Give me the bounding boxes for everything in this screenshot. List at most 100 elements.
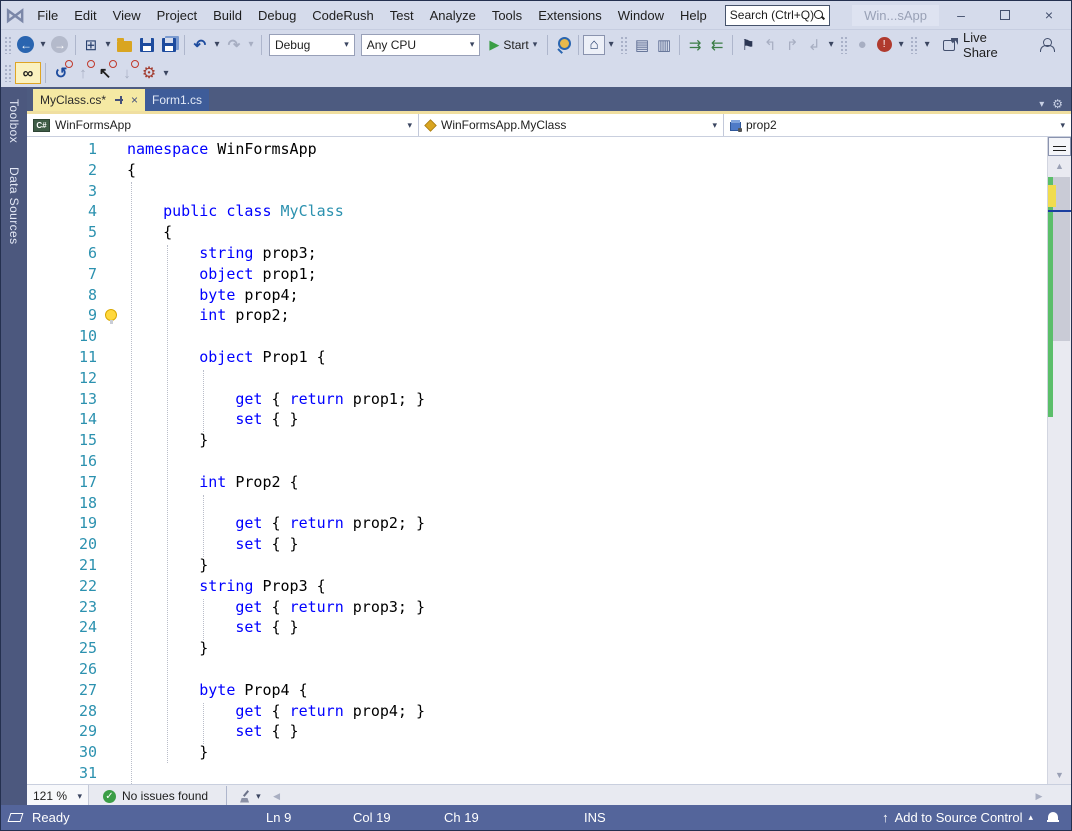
format-document-button[interactable]: ⇇ xyxy=(706,33,728,57)
menu-item-project[interactable]: Project xyxy=(149,1,205,29)
scroll-up-arrow[interactable]: ▲ xyxy=(1048,159,1071,173)
toolbar-grip[interactable] xyxy=(4,35,12,54)
toolbar-grip[interactable] xyxy=(910,35,919,54)
coderush-overflow-dropdown[interactable]: ▾ xyxy=(160,61,172,85)
live-share-button[interactable]: Live Share xyxy=(943,30,1025,60)
toggle-bookmark-button[interactable]: ⚑ xyxy=(737,33,759,57)
code-line-16[interactable]: 16 xyxy=(27,451,1047,472)
code-line-29[interactable]: 29 set { } xyxy=(27,721,1047,742)
undo-button[interactable]: ↶ xyxy=(189,33,211,57)
navigate-forward-button[interactable]: → xyxy=(49,33,71,57)
code-line-19[interactable]: 19 get { return prop2; } xyxy=(27,513,1047,534)
solution-explorer-home-button[interactable]: ⌂ xyxy=(583,34,606,55)
code-line-23[interactable]: 23 get { return prop3; } xyxy=(27,597,1047,618)
code-line-9[interactable]: 9 int prop2; xyxy=(27,305,1047,326)
menu-item-analyze[interactable]: Analyze xyxy=(422,1,484,29)
toolbar-grip[interactable] xyxy=(840,35,849,54)
code-line-30[interactable]: 30 } xyxy=(27,742,1047,763)
navigate-backward-button[interactable]: ← xyxy=(15,33,37,57)
code-line-17[interactable]: 17 int Prop2 { xyxy=(27,472,1047,493)
code-line-20[interactable]: 20 set { } xyxy=(27,534,1047,555)
indent-button[interactable]: ⇉ xyxy=(684,33,706,57)
code-line-21[interactable]: 21 } xyxy=(27,555,1047,576)
toolbar-overflow-dropdown[interactable]: ▾ xyxy=(605,33,617,57)
zoom-level-combo[interactable]: 121 % ▾ xyxy=(27,785,89,807)
code-line-28[interactable]: 28 get { return prop4; } xyxy=(27,701,1047,722)
code-line-4[interactable]: 4 public class MyClass xyxy=(27,201,1047,222)
menu-item-window[interactable]: Window xyxy=(610,1,672,29)
quick-search-input[interactable]: Search (Ctrl+Q) xyxy=(724,4,831,26)
tab-form1-cs[interactable]: Form1.cs xyxy=(145,89,210,111)
code-line-10[interactable]: 10 xyxy=(27,326,1047,347)
code-line-27[interactable]: 27 byte Prop4 { xyxy=(27,680,1047,701)
code-line-18[interactable]: 18 xyxy=(27,493,1047,514)
add-to-source-control-button[interactable]: ↑ Add to Source Control ▴ xyxy=(882,810,1033,825)
coderush-visualize-toggle[interactable]: ∞ xyxy=(15,62,41,84)
next-bookmark-button[interactable]: ↱ xyxy=(781,33,803,57)
menu-item-view[interactable]: View xyxy=(105,1,149,29)
document-health-indicator[interactable]: ✓ No issues found xyxy=(89,789,222,803)
undo-dropdown[interactable]: ▾ xyxy=(211,33,223,57)
bookmark-overflow-dropdown[interactable]: ▾ xyxy=(825,33,837,57)
code-line-11[interactable]: 11 object Prop1 { xyxy=(27,347,1047,368)
drop-marker-button[interactable]: ↖ xyxy=(94,60,117,85)
code-line-15[interactable]: 15 } xyxy=(27,430,1047,451)
scroll-left-arrow[interactable]: ◀ xyxy=(269,785,285,807)
clear-bookmarks-button[interactable]: ↲ xyxy=(803,33,825,57)
breakpoint-button[interactable]: ● xyxy=(851,33,873,57)
project-dropdown[interactable]: C# WinFormsApp ▾ xyxy=(27,114,419,136)
code-line-8[interactable]: 8 byte prop4; xyxy=(27,285,1047,306)
code-line-13[interactable]: 13 get { return prop1; } xyxy=(27,389,1047,410)
code-line-5[interactable]: 5 { xyxy=(27,222,1047,243)
code-line-22[interactable]: 22 string Prop3 { xyxy=(27,576,1047,597)
outline-document-button[interactable]: ▤ xyxy=(631,33,653,57)
coderush-options-button[interactable]: ⚙ xyxy=(138,61,160,85)
code-line-1[interactable]: 1 namespace WinFormsApp xyxy=(27,139,1047,160)
code-line-12[interactable]: 12 xyxy=(27,368,1047,389)
toolbar-grip[interactable] xyxy=(4,64,12,82)
scroll-right-arrow[interactable]: ▶ xyxy=(1031,785,1047,807)
code-line-6[interactable]: 6 string prop3; xyxy=(27,243,1047,264)
notifications-bell-icon[interactable] xyxy=(1047,812,1059,823)
menu-item-file[interactable]: File xyxy=(29,1,66,29)
redo-dropdown[interactable]: ▾ xyxy=(245,33,257,57)
menu-item-tools[interactable]: Tools xyxy=(484,1,530,29)
code-line-26[interactable]: 26 xyxy=(27,659,1047,680)
code-line-3[interactable]: 3 xyxy=(27,181,1047,202)
code-pane[interactable]: 1 namespace WinFormsApp 2{3 4 public class … xyxy=(27,139,1047,784)
menu-item-build[interactable]: Build xyxy=(205,1,250,29)
save-all-button[interactable] xyxy=(158,33,180,57)
copy-structure-button[interactable]: ▥ xyxy=(653,33,675,57)
code-cleanup-button[interactable]: ▾ xyxy=(231,790,269,803)
toolbar-overflow-dropdown[interactable]: ▾ xyxy=(921,33,933,57)
member-dropdown[interactable]: prop2 ▾ xyxy=(724,114,1071,136)
open-file-button[interactable] xyxy=(114,33,136,57)
previous-bookmark-button[interactable]: ↰ xyxy=(759,33,781,57)
lightbulb-icon[interactable] xyxy=(105,309,117,325)
split-window-handle[interactable] xyxy=(1048,137,1071,156)
pin-icon[interactable] xyxy=(114,95,124,105)
menu-item-test[interactable]: Test xyxy=(382,1,422,29)
window-list-dropdown[interactable]: ▾ xyxy=(1039,99,1044,110)
close-icon[interactable]: × xyxy=(131,93,138,107)
code-line-2[interactable]: 2{ xyxy=(27,160,1047,181)
code-editor[interactable]: 1 namespace WinFormsApp 2{3 4 public class … xyxy=(27,137,1071,784)
type-dropdown[interactable]: WinFormsApp.MyClass ▾ xyxy=(419,114,724,136)
error-list-button[interactable]: ! xyxy=(873,33,895,57)
new-project-button[interactable]: ⊞ xyxy=(80,33,102,57)
redo-button[interactable]: ↷ xyxy=(223,33,245,57)
start-debugging-button[interactable]: ▶ Start ▾ xyxy=(483,33,543,57)
maximize-button[interactable] xyxy=(983,1,1027,29)
menu-item-debug[interactable]: Debug xyxy=(250,1,304,29)
minimize-button[interactable]: – xyxy=(939,1,983,29)
save-button[interactable] xyxy=(136,33,158,57)
horizontal-scrollbar[interactable]: ◀ ▶ xyxy=(269,785,1071,807)
vertical-scrollbar[interactable]: ▲ ▼ xyxy=(1047,137,1071,784)
navigate-backward-dropdown[interactable]: ▾ xyxy=(37,33,49,57)
toolbar-overflow-dropdown[interactable]: ▾ xyxy=(895,33,907,57)
jump-to-symbol-button[interactable]: ↺ xyxy=(50,60,73,85)
menu-item-coderush[interactable]: CodeRush xyxy=(304,1,381,29)
code-line-24[interactable]: 24 set { } xyxy=(27,617,1047,638)
menu-item-edit[interactable]: Edit xyxy=(66,1,104,29)
code-line-7[interactable]: 7 object prop1; xyxy=(27,264,1047,285)
